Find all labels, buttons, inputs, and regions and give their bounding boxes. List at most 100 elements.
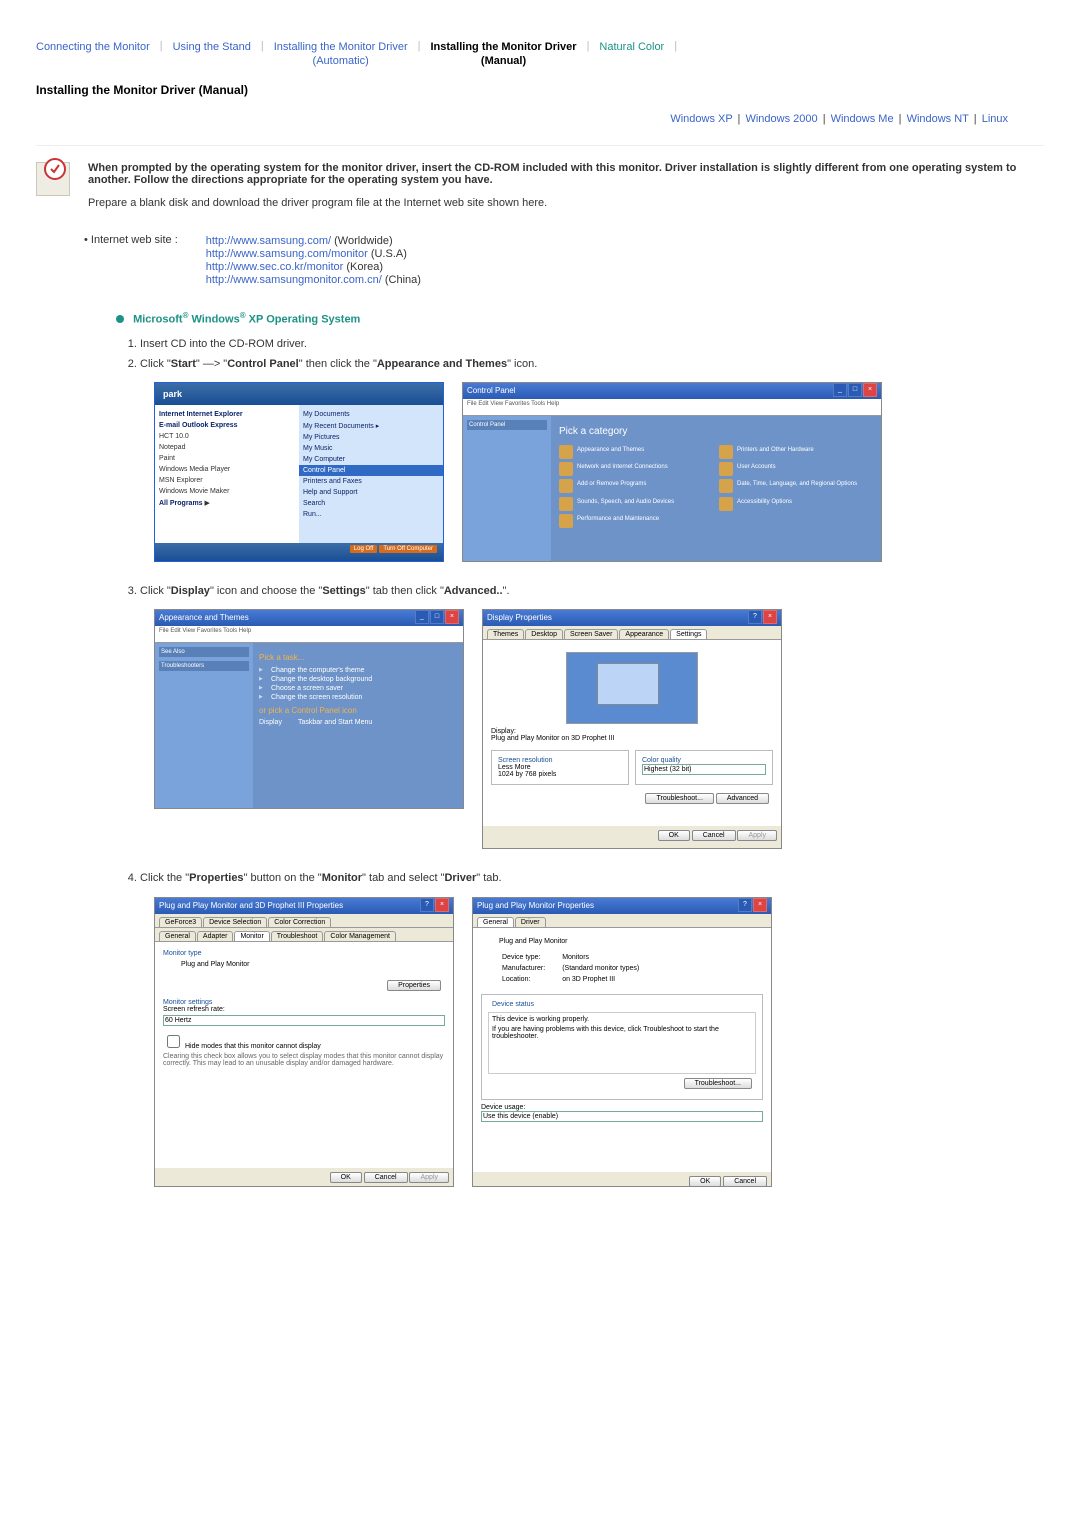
tab-general[interactable]: General	[477, 917, 514, 927]
help-icon[interactable]: ?	[420, 898, 434, 912]
startmenu-item[interactable]: My Music	[303, 443, 439, 454]
nav-connecting[interactable]: Connecting the Monitor	[36, 40, 150, 54]
tab-themes[interactable]: Themes	[487, 629, 524, 639]
advanced-button[interactable]: Advanced	[716, 793, 769, 804]
task-link[interactable]: Change the screen resolution	[259, 693, 457, 702]
divider	[36, 145, 1044, 146]
ok-button[interactable]: OK	[689, 1176, 721, 1187]
apply-button[interactable]: Apply	[409, 1172, 449, 1183]
maximize-icon[interactable]: □	[848, 383, 862, 397]
close-icon[interactable]: ×	[753, 898, 767, 912]
ok-button[interactable]: OK	[330, 1172, 362, 1183]
troubleshoot-button[interactable]: Troubleshoot...	[684, 1078, 752, 1089]
resolution-slider[interactable]: Less More	[498, 764, 622, 771]
cancel-button[interactable]: Cancel	[364, 1172, 408, 1183]
os-links: Windows XP | Windows 2000 | Windows Me |…	[36, 113, 1044, 125]
tab-driver[interactable]: Driver	[515, 917, 546, 927]
startmenu-control-panel[interactable]: Control Panel	[299, 465, 443, 476]
help-icon[interactable]: ?	[738, 898, 752, 912]
cp-category[interactable]: Accessibility Options	[719, 497, 873, 508]
cp-category[interactable]: Appearance and Themes	[559, 445, 713, 456]
cp-category[interactable]: Sounds, Speech, and Audio Devices	[559, 497, 713, 508]
tab-device-selection[interactable]: Device Selection	[203, 917, 267, 927]
link-windows-me[interactable]: Windows Me	[831, 113, 894, 125]
maximize-icon[interactable]: □	[430, 610, 444, 624]
startmenu-item[interactable]: Paint	[159, 453, 295, 464]
cp-category[interactable]: Network and Internet Connections	[559, 462, 713, 473]
apply-button[interactable]: Apply	[737, 830, 777, 841]
minimize-icon[interactable]: _	[833, 383, 847, 397]
close-icon[interactable]: ×	[445, 610, 459, 624]
cp-category[interactable]: Date, Time, Language, and Regional Optio…	[719, 479, 873, 490]
tab-adapter[interactable]: Adapter	[197, 931, 234, 941]
close-icon[interactable]: ×	[763, 610, 777, 624]
turnoff-button[interactable]: Turn Off Computer	[379, 545, 437, 553]
cp-icon-taskbar[interactable]: Taskbar and Start Menu	[298, 719, 372, 726]
startmenu-item[interactable]: HCT 10.0	[159, 431, 295, 442]
startmenu-item[interactable]: Search	[303, 498, 439, 509]
tab-geforce[interactable]: GeForce3	[159, 917, 202, 927]
tab-color-correction[interactable]: Color Correction	[268, 917, 331, 927]
cp-category[interactable]: Printers and Other Hardware	[719, 445, 873, 456]
startmenu-item[interactable]: Help and Support	[303, 487, 439, 498]
tab-general[interactable]: General	[159, 931, 196, 941]
device-usage-dropdown[interactable]: Use this device (enable)	[481, 1111, 763, 1122]
link-windows-2000[interactable]: Windows 2000	[745, 113, 817, 125]
link-samsung-usa[interactable]: http://www.samsung.com/monitor	[206, 248, 368, 260]
startmenu-item[interactable]: Windows Movie Maker	[159, 486, 295, 497]
startmenu-item[interactable]: My Pictures	[303, 432, 439, 443]
tab-screensaver[interactable]: Screen Saver	[564, 629, 618, 639]
task-link[interactable]: Change the desktop background	[259, 675, 457, 684]
minimize-icon[interactable]: _	[415, 610, 429, 624]
startmenu-item[interactable]: My Computer	[303, 454, 439, 465]
nav-install-manual[interactable]: Installing the Monitor Driver (Manual)	[430, 40, 576, 69]
link-samsung-china[interactable]: http://www.samsungmonitor.com.cn/	[206, 274, 382, 286]
cp-category[interactable]: User Accounts	[719, 462, 873, 473]
colorquality-dropdown[interactable]: Highest (32 bit)	[642, 764, 766, 775]
link-samsung-worldwide[interactable]: http://www.samsung.com/	[206, 235, 331, 247]
screenshot-display-properties: Display Properties ?× Themes Desktop Scr…	[482, 609, 782, 849]
screenshot-control-panel: Control Panel _□× File Edit View Favorit…	[462, 382, 882, 562]
tab-settings[interactable]: Settings	[670, 629, 707, 639]
cancel-button[interactable]: Cancel	[723, 1176, 767, 1187]
link-windows-nt[interactable]: Windows NT	[907, 113, 969, 125]
startmenu-item[interactable]: E-mail Outlook Express	[159, 422, 238, 429]
properties-button[interactable]: Properties	[387, 980, 441, 991]
cp-icon-display[interactable]: Display	[259, 719, 282, 726]
startmenu-item[interactable]: Printers and Faxes	[303, 476, 439, 487]
tab-color-management[interactable]: Color Management	[324, 931, 396, 941]
nav-stand[interactable]: Using the Stand	[173, 40, 251, 54]
start-button[interactable]: start	[157, 561, 194, 562]
startmenu-all-programs[interactable]: All Programs	[159, 500, 203, 507]
startmenu-item[interactable]: Windows Media Player	[159, 464, 295, 475]
tab-desktop[interactable]: Desktop	[525, 629, 563, 639]
link-linux[interactable]: Linux	[982, 113, 1008, 125]
nav-install-auto[interactable]: Installing the Monitor Driver (Automatic…	[274, 40, 408, 69]
cancel-button[interactable]: Cancel	[692, 830, 736, 841]
help-icon[interactable]: ?	[748, 610, 762, 624]
startmenu-item[interactable]: Notepad	[159, 442, 295, 453]
startmenu-item[interactable]: Run...	[303, 509, 439, 520]
tab-appearance[interactable]: Appearance	[619, 629, 669, 639]
close-icon[interactable]: ×	[863, 383, 877, 397]
close-icon[interactable]: ×	[435, 898, 449, 912]
nav-natural-color[interactable]: Natural Color	[599, 40, 664, 54]
link-sec-korea[interactable]: http://www.sec.co.kr/monitor	[206, 261, 344, 273]
refresh-rate-dropdown[interactable]: 60 Hertz	[163, 1015, 445, 1026]
task-link[interactable]: Change the computer's theme	[259, 666, 457, 675]
logoff-button[interactable]: Log Off	[350, 545, 378, 553]
startmenu-item[interactable]: Internet Internet Explorer	[159, 411, 243, 418]
hide-modes-checkbox[interactable]	[167, 1035, 180, 1048]
tab-monitor[interactable]: Monitor	[234, 931, 269, 941]
task-link[interactable]: Choose a screen saver	[259, 684, 457, 693]
startmenu-item[interactable]: My Documents	[303, 409, 439, 420]
cp-category[interactable]: Performance and Maintenance	[559, 514, 713, 525]
link-windows-xp[interactable]: Windows XP	[670, 113, 732, 125]
cp-category[interactable]: Add or Remove Programs	[559, 479, 713, 490]
screenshot-row-3: Plug and Play Monitor and 3D Prophet III…	[154, 897, 1044, 1187]
troubleshoot-button[interactable]: Troubleshoot...	[645, 793, 713, 804]
startmenu-item[interactable]: MSN Explorer	[159, 475, 295, 486]
ok-button[interactable]: OK	[658, 830, 690, 841]
startmenu-item[interactable]: My Recent Documents ▸	[303, 420, 439, 432]
tab-troubleshoot[interactable]: Troubleshoot	[271, 931, 324, 941]
